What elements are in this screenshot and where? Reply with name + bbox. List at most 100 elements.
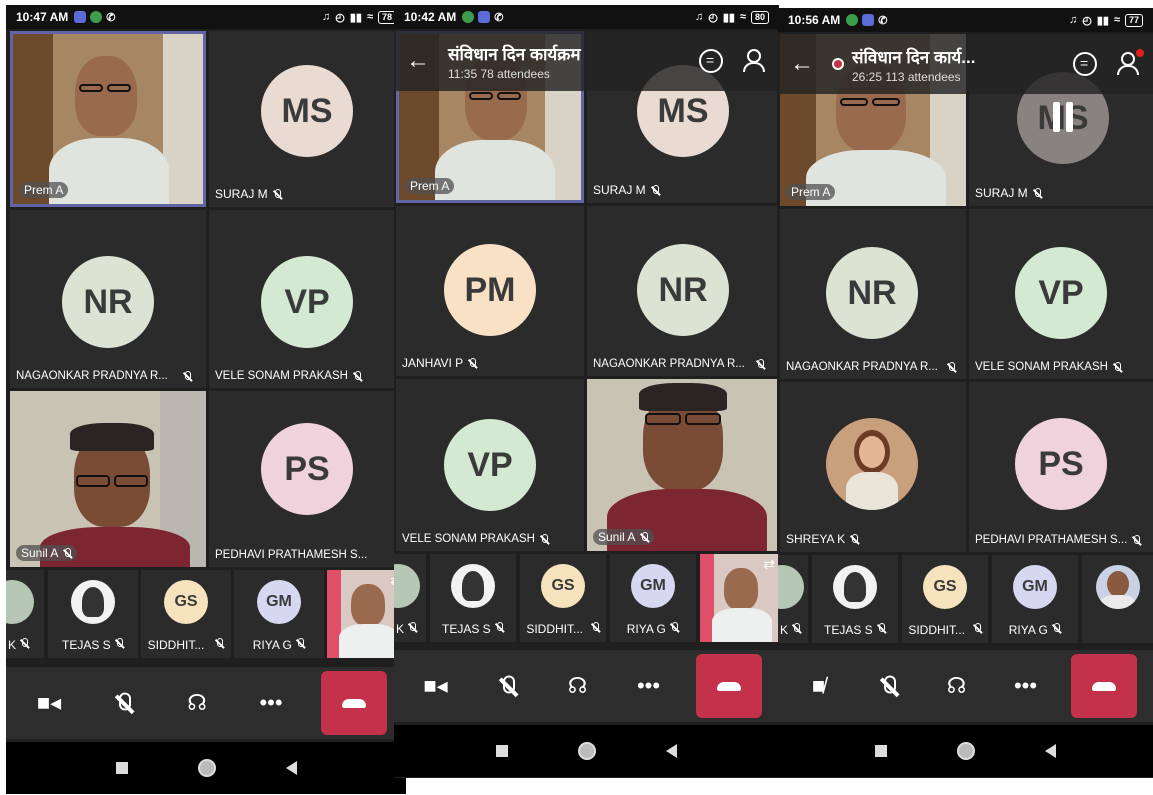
headset-icon[interactable]: ☊ (554, 662, 602, 710)
participant-tile-vele[interactable]: VP VELE SONAM PRAKASH (396, 379, 584, 551)
strip-tile-siddhit[interactable]: GS SIDDHIT... (520, 554, 606, 642)
video-camera-icon[interactable]: ■◂ (25, 679, 73, 727)
hang-up-phone-icon (342, 698, 366, 708)
strip-tile-tejas[interactable]: TEJAS S (812, 555, 898, 643)
android-nav-bar (6, 742, 406, 794)
recents-button[interactable] (496, 745, 508, 757)
home-button[interactable] (197, 759, 216, 777)
status-bar: 10:42 AM ✆ ♫ ◴ ▮▮ ≈ 80 (394, 5, 779, 29)
switch-camera-icon[interactable]: ⇄ (763, 556, 775, 573)
video-tile-sunil[interactable]: Sunil A (10, 391, 206, 567)
strip-tile-k[interactable]: K (778, 555, 808, 643)
mic-muted-icon (19, 638, 29, 649)
video-tile-prem[interactable]: Prem A (10, 31, 206, 207)
avatar: NR (637, 244, 729, 336)
participant-name: NAGAONKAR PRADNYA R... (16, 370, 192, 382)
headphones-status-icon: ♫ (321, 11, 331, 23)
recents-button[interactable] (115, 762, 128, 774)
more-dots-icon[interactable]: ••• (1002, 662, 1050, 710)
mic-muted-icon (650, 184, 660, 196)
strip-tile-k[interactable]: K (394, 554, 426, 642)
strip-tile-riya[interactable]: GM RIYA G (610, 554, 696, 642)
hang-up-button[interactable] (321, 671, 387, 735)
mic-off-icon[interactable] (864, 662, 912, 710)
participant-name: VELE SONAM PRAKASH (402, 533, 549, 545)
strip-tile-self-video[interactable]: ⇄ (700, 554, 779, 642)
participant-tile-nagaonkar[interactable]: NR NAGAONKAR PRADNYA R... (780, 209, 966, 379)
avatar: VP (261, 256, 353, 348)
video-tile-sunil[interactable]: Sunil A (587, 379, 777, 551)
status-right: ♫ ◴ ▮▮ ≈ 80 (695, 10, 769, 24)
participant-name: SIDDHIT... (902, 623, 988, 637)
alarm-status-icon: ◴ (335, 11, 345, 24)
video-camera-off-icon[interactable]: ■̸ (795, 662, 843, 710)
strip-tile-siddhit[interactable]: GS SIDDHIT... (141, 570, 231, 658)
strip-tile-tejas[interactable]: TEJAS S (48, 570, 138, 658)
avatar: GS (541, 564, 585, 608)
meeting-subtitle: 11:35 78 attendees (448, 66, 550, 81)
more-dots-icon[interactable]: ••• (625, 662, 673, 710)
participant-tile-pedhavi[interactable]: PS PEDHAVI PRATHAMESH S... (969, 382, 1153, 552)
participant-tile-janhavi[interactable]: PM JANHAVI P (396, 206, 584, 376)
strip-tile-riya[interactable]: GM RIYA G (992, 555, 1078, 643)
back-button[interactable] (666, 744, 677, 758)
people-icon[interactable] (741, 49, 767, 73)
hang-up-button[interactable] (1070, 654, 1137, 718)
headset-icon[interactable]: ☊ (933, 662, 981, 710)
mic-muted-icon (467, 357, 477, 369)
pause-icon[interactable] (1049, 102, 1077, 132)
avatar: NR (826, 247, 918, 339)
participant-name: Sunil A (16, 545, 78, 561)
mic-muted-icon (352, 370, 362, 382)
participant-name: PEDHAVI PRATHAMESH S... (975, 534, 1141, 546)
avatar: MS (261, 65, 353, 157)
mic-off-icon[interactable] (483, 662, 531, 710)
participant-tile-nagaonkar[interactable]: NR NAGAONKAR PRADNYA R... (587, 206, 777, 376)
chat-icon[interactable] (1073, 52, 1097, 76)
mic-muted-icon (182, 370, 192, 382)
participant-face (75, 56, 137, 136)
meeting-header: ← संविधान दिन कार्य... 26:25 113 attende… (778, 34, 1153, 94)
participant-tile-vele[interactable]: VP VELE SONAM PRAKASH (969, 209, 1153, 379)
back-arrow-icon[interactable]: ← (406, 47, 430, 75)
mic-muted-icon (1112, 361, 1122, 373)
hang-up-phone-icon (1091, 681, 1116, 691)
participant-tile-suraj[interactable]: MS SURAJ M (209, 31, 405, 207)
avatar: GM (1013, 565, 1057, 609)
participant-name: VELE SONAM PRAKASH (975, 361, 1122, 373)
home-button[interactable] (957, 742, 975, 760)
strip-tile-riya[interactable]: GM RIYA G (234, 570, 324, 658)
avatar: PM (444, 244, 536, 336)
video-camera-icon[interactable]: ■◂ (412, 662, 460, 710)
participant-tile-vele[interactable]: VP VELE SONAM PRAKASH (209, 210, 405, 388)
strip-tile-siddhit[interactable]: GS SIDDHIT... (902, 555, 988, 643)
teams-call-screen-1: 10:47 AM ✆ ♫ ◴ ▮▮ ≈ 78 Prem A MS SURAJ M… (6, 5, 406, 794)
chat-icon[interactable] (699, 49, 723, 73)
back-button[interactable] (285, 761, 297, 775)
participant-tile-shreya[interactable]: SHREYA K (780, 382, 966, 552)
hang-up-button[interactable] (695, 654, 762, 718)
mic-muted-icon (214, 638, 224, 649)
participant-tile-pedhavi[interactable]: PS PEDHAVI PRATHAMESH S... (209, 391, 405, 567)
back-arrow-icon[interactable]: ← (790, 50, 814, 78)
participant-name: RIYA G (610, 622, 696, 636)
strip-tile-k[interactable]: K (6, 570, 44, 658)
recents-button[interactable] (875, 745, 887, 757)
teams-notification-icon (862, 14, 875, 26)
people-icon[interactable] (1115, 49, 1144, 76)
self-photo-avatar (1095, 565, 1140, 609)
strip-tile-self-avatar[interactable] (1082, 555, 1153, 643)
meeting-title: संविधान दिन कार्यक्रम (448, 44, 581, 64)
participant-tile-nagaonkar[interactable]: NR NAGAONKAR PRADNYA R... (10, 210, 206, 388)
mic-muted-icon (1051, 623, 1061, 634)
mic-muted-icon (972, 623, 982, 634)
home-button[interactable] (578, 742, 596, 760)
more-dots-icon[interactable]: ••• (247, 679, 295, 727)
mic-muted-icon (1131, 534, 1141, 546)
back-button[interactable] (1045, 744, 1056, 758)
strip-tile-tejas[interactable]: TEJAS S (430, 554, 516, 642)
mic-muted-icon (407, 622, 417, 633)
mic-off-icon[interactable] (99, 679, 147, 727)
avatar: VP (1015, 247, 1107, 339)
headset-icon[interactable]: ☊ (173, 679, 221, 727)
